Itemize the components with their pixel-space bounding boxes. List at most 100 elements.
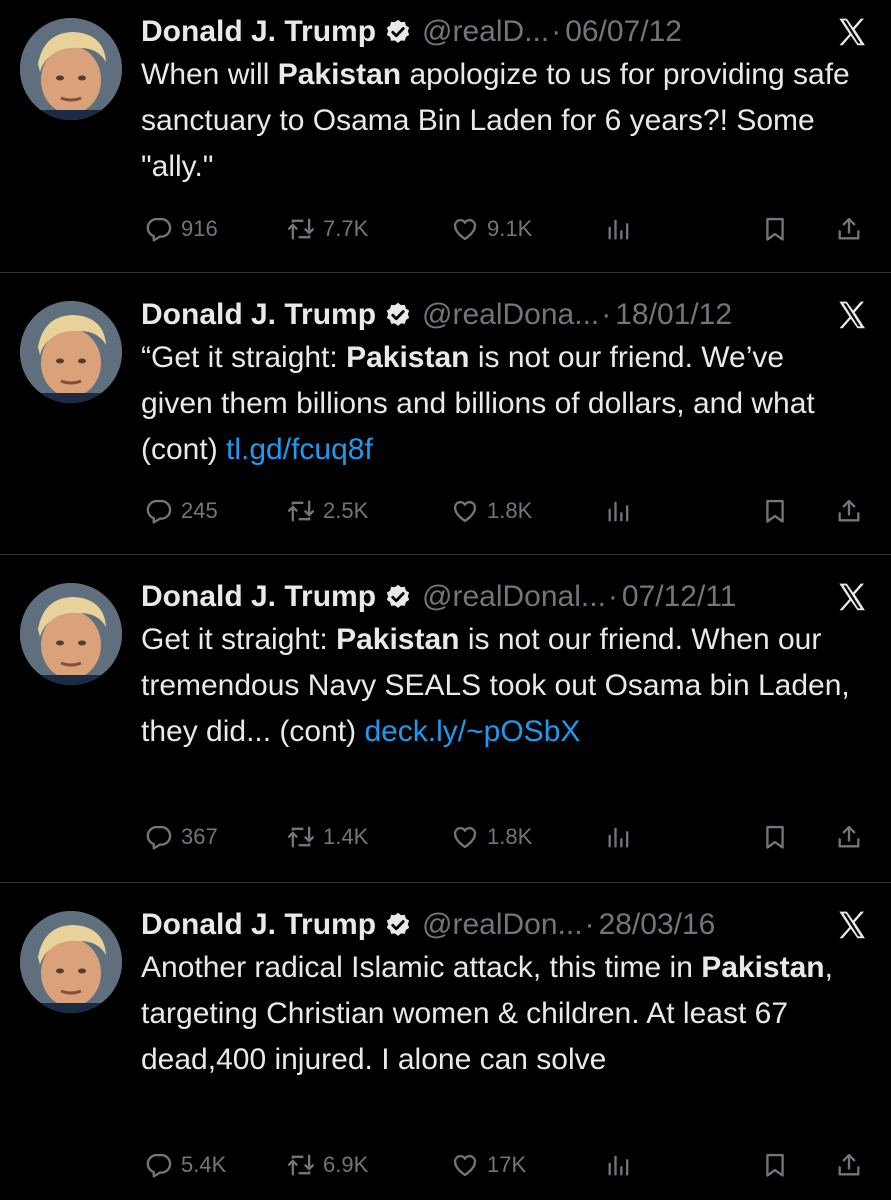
reply-icon (145, 1151, 181, 1179)
reply-button[interactable]: 916 (145, 212, 218, 246)
separator-dot: · (601, 298, 612, 331)
share-icon (835, 497, 863, 525)
tweet-text-segment: When will (141, 58, 278, 91)
bookmark-button[interactable] (761, 1148, 789, 1182)
tweet-text-segment: Another radical Islamic attack, this tim… (141, 951, 702, 984)
views-icon (605, 497, 633, 525)
tweet-actions: 916 7.7K 9.1K (141, 212, 871, 246)
views-button[interactable] (605, 820, 633, 854)
reply-icon (145, 215, 181, 243)
retweet-count: 1.4K (323, 824, 369, 849)
author-handle[interactable]: @realDonal... (422, 580, 606, 614)
tweet-header: Donald J. Trump @realDonal... · 07/12/11 (141, 577, 831, 617)
like-count: 1.8K (487, 824, 533, 849)
reply-count: 245 (181, 498, 218, 523)
views-button[interactable] (605, 212, 633, 246)
x-logo-icon (835, 581, 869, 613)
author-name[interactable]: Donald J. Trump (141, 298, 376, 332)
like-count: 17K (487, 1152, 527, 1177)
like-button[interactable]: 9.1K (451, 212, 532, 246)
author-name[interactable]: Donald J. Trump (141, 580, 376, 614)
heart-icon (451, 215, 487, 243)
like-button[interactable]: 1.8K (451, 494, 532, 528)
tweet-link[interactable]: deck.ly/~pOSbX (364, 715, 580, 748)
reply-count: 916 (181, 216, 218, 241)
reply-button[interactable]: 245 (145, 494, 218, 528)
author-handle[interactable]: @realDon... (422, 908, 583, 942)
retweet-count: 2.5K (323, 498, 369, 523)
bookmark-icon (761, 823, 789, 851)
tweet-link[interactable]: tl.gd/fcuq8f (226, 433, 373, 466)
separator-dot: · (607, 580, 618, 613)
like-button[interactable]: 1.8K (451, 820, 532, 854)
tweet-text-bold: Pakistan (701, 951, 825, 984)
tweet-actions: 367 1.4K 1.8K (141, 820, 871, 854)
reply-icon (145, 497, 181, 525)
retweet-button[interactable]: 2.5K (287, 494, 368, 528)
bookmark-icon (761, 497, 789, 525)
bookmark-button[interactable] (761, 820, 789, 854)
tweet-date[interactable]: 06/07/12 (565, 15, 682, 49)
tweet-text: “Get it straight: Pakistan is not our fr… (141, 335, 861, 473)
author-handle[interactable]: @realDona... (422, 298, 599, 332)
views-icon (605, 1151, 633, 1179)
tweet-header: Donald J. Trump @realDona... · 18/01/12 (141, 295, 831, 335)
views-button[interactable] (605, 1148, 633, 1182)
x-logo-icon (835, 299, 869, 331)
reply-count: 367 (181, 824, 218, 849)
tweet-text-segment: Get it straight: (141, 623, 337, 656)
tweet-text: Get it straight: Pakistan is not our fri… (141, 617, 861, 755)
share-button[interactable] (835, 212, 863, 246)
share-button[interactable] (835, 1148, 863, 1182)
retweet-button[interactable]: 1.4K (287, 820, 368, 854)
tweet-header: Donald J. Trump @realDon... · 28/03/16 (141, 905, 831, 945)
x-logo-icon (835, 909, 869, 941)
share-button[interactable] (835, 820, 863, 854)
tweet-date[interactable]: 18/01/12 (615, 298, 732, 332)
heart-icon (451, 497, 487, 525)
tweet-date[interactable]: 28/03/16 (599, 908, 716, 942)
views-button[interactable] (605, 494, 633, 528)
reply-button[interactable]: 5.4K (145, 1148, 226, 1182)
share-icon (835, 215, 863, 243)
avatar[interactable] (20, 18, 122, 120)
heart-icon (451, 1151, 487, 1179)
x-logo-icon (835, 16, 869, 48)
tweet-divider (0, 882, 891, 883)
author-name[interactable]: Donald J. Trump (141, 15, 376, 49)
avatar[interactable] (20, 911, 122, 1013)
share-button[interactable] (835, 494, 863, 528)
tweet-actions: 5.4K 6.9K 17K (141, 1148, 871, 1182)
like-count: 1.8K (487, 498, 533, 523)
avatar[interactable] (20, 301, 122, 403)
author-name[interactable]: Donald J. Trump (141, 908, 376, 942)
avatar[interactable] (20, 583, 122, 685)
share-icon (835, 1151, 863, 1179)
verified-badge-icon (384, 583, 412, 611)
tweet-text-bold: Pakistan (277, 58, 402, 91)
reply-button[interactable]: 367 (145, 820, 218, 854)
tweet-actions: 245 2.5K 1.8K (141, 494, 871, 528)
bookmark-button[interactable] (761, 212, 789, 246)
bookmark-button[interactable] (761, 494, 789, 528)
tweet-date[interactable]: 07/12/11 (622, 580, 737, 614)
tweet-text: When will Pakistan apologize to us for p… (141, 52, 861, 190)
tweet-text-bold: Pakistan (346, 341, 470, 374)
views-icon (605, 215, 633, 243)
retweet-icon (287, 215, 323, 243)
verified-badge-icon (384, 911, 412, 939)
author-handle[interactable]: @realD... (422, 15, 549, 49)
retweet-count: 7.7K (323, 216, 369, 241)
heart-icon (451, 823, 487, 851)
like-button[interactable]: 17K (451, 1148, 526, 1182)
separator-dot: · (551, 15, 562, 48)
bookmark-icon (761, 215, 789, 243)
verified-badge-icon (384, 301, 412, 329)
reply-count: 5.4K (181, 1152, 227, 1177)
retweet-button[interactable]: 7.7K (287, 212, 368, 246)
tweet-divider (0, 554, 891, 555)
tweet-text: Another radical Islamic attack, this tim… (141, 945, 861, 1083)
retweet-icon (287, 823, 323, 851)
tweet-text-bold: Pakistan (336, 623, 460, 656)
retweet-button[interactable]: 6.9K (287, 1148, 368, 1182)
